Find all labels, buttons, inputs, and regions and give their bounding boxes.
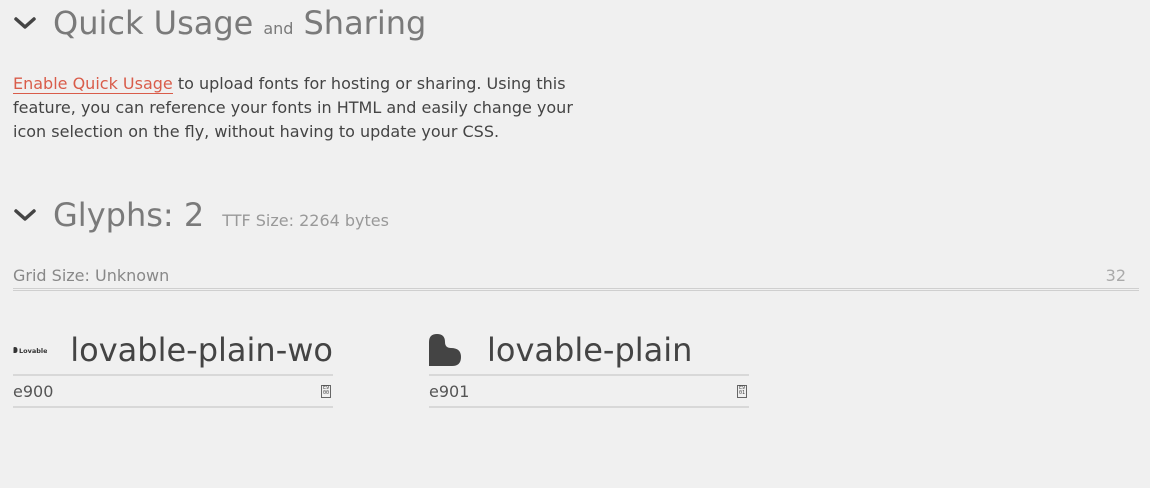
grid-size-row: Grid Size: Unknown 32 xyxy=(13,266,1139,291)
glyphs-header: Glyphs: 2 TTF Size: 2264 bytes xyxy=(13,196,389,234)
unicode-hex-icon[interactable]: E9 00 xyxy=(321,384,331,398)
svg-text:Lovable: Lovable xyxy=(19,347,47,355)
glyph-code-row: e901 E9 01 xyxy=(429,376,749,408)
glyph-preview: Lovable lovable-plain-wo xyxy=(13,326,333,376)
quick-usage-title-sharing: Sharing xyxy=(303,4,427,42)
glyph-code[interactable]: e900 xyxy=(13,382,53,401)
unicode-hex-icon[interactable]: E9 01 xyxy=(737,384,747,398)
glyph-code[interactable]: e901 xyxy=(429,382,469,401)
quick-usage-header: Quick Usage and Sharing xyxy=(13,4,426,42)
glyph-preview: lovable-plain xyxy=(429,326,749,376)
grid-size-value[interactable]: 32 xyxy=(1106,266,1126,285)
chevron-down-icon[interactable] xyxy=(13,11,37,35)
glyph-code-row: e900 E9 00 xyxy=(13,376,333,408)
enable-quick-usage-link[interactable]: Enable Quick Usage xyxy=(13,74,173,94)
quick-usage-title-and: and xyxy=(263,19,294,38)
quick-usage-title: Quick Usage xyxy=(53,4,254,42)
quick-usage-description: Enable Quick Usage to upload fonts for h… xyxy=(13,72,593,144)
grid-size-label: Grid Size: Unknown xyxy=(13,266,170,285)
glyph-name[interactable]: lovable-plain xyxy=(487,331,692,369)
ttf-size: TTF Size: 2264 bytes xyxy=(222,211,389,230)
lovable-heart-icon xyxy=(429,334,487,366)
glyph-card[interactable]: Lovable lovable-plain-wo e900 E9 00 xyxy=(13,326,333,408)
glyphs-title: Glyphs: 2 xyxy=(53,196,205,234)
lovable-wordmark-icon: Lovable xyxy=(13,345,70,355)
glyph-name[interactable]: lovable-plain-wo xyxy=(70,331,333,369)
chevron-down-icon[interactable] xyxy=(13,203,37,227)
glyph-card[interactable]: lovable-plain e901 E9 01 xyxy=(429,326,749,408)
